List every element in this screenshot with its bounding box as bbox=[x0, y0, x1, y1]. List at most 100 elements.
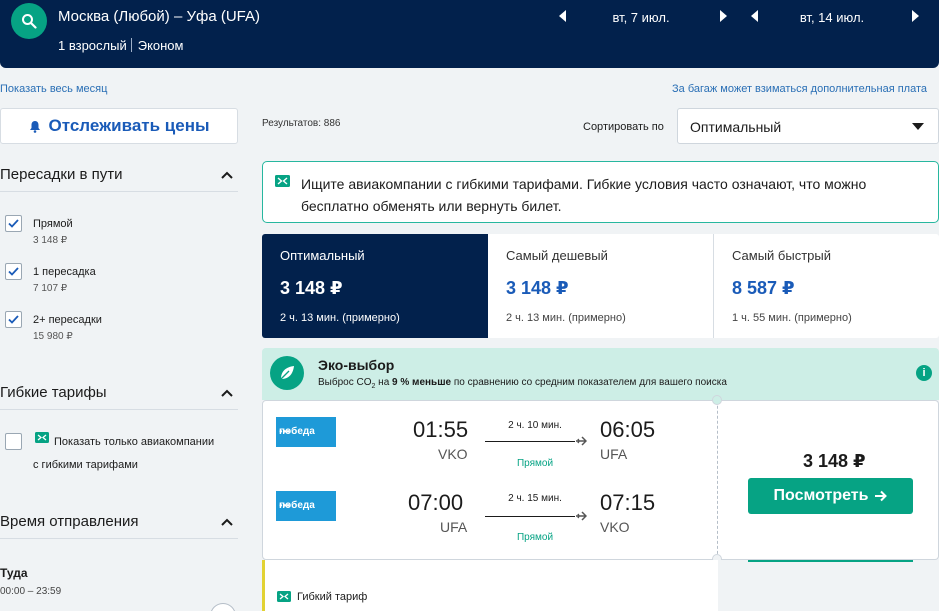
flex-fares-label-line1: Показать только авиакомпании bbox=[54, 436, 215, 448]
chevron-up-icon[interactable] bbox=[220, 516, 234, 530]
departure-range: 00:00 – 23:59 bbox=[0, 586, 62, 597]
bell-icon bbox=[29, 120, 40, 133]
eco-choice-banner: Эко-выбор Выброс CO2 на 9 % меньше по ср… bbox=[262, 348, 939, 400]
page: Москва (Любой) – Уфа (UFA) 1 взрослый Эко… bbox=[0, 0, 939, 611]
view-button[interactable]: Посмотреть bbox=[748, 478, 913, 514]
check-icon bbox=[8, 267, 19, 276]
flex-ticket-icon bbox=[35, 432, 49, 443]
route-subtitle[interactable]: 1 взрослый Эконом bbox=[58, 38, 183, 53]
eco-sub-bold: 9 % меньше bbox=[392, 377, 452, 388]
inbound-dep-time: 07:00 bbox=[408, 490, 464, 515]
stops-filter-header[interactable]: Пересадки в пути bbox=[0, 166, 238, 192]
tab-fastest[interactable]: Самый быстрый 8 587 ₽ 1 ч. 55 мин. (прим… bbox=[714, 234, 939, 338]
departure-time-filter-header[interactable]: Время отправления bbox=[0, 513, 238, 539]
slider-handle[interactable] bbox=[210, 603, 236, 611]
flex-ticket-icon bbox=[277, 591, 291, 602]
date-back[interactable]: вт, 14 июл. bbox=[786, 10, 878, 25]
chevron-up-icon[interactable] bbox=[220, 387, 234, 401]
search-button[interactable] bbox=[11, 3, 47, 39]
tab-optimal-name: Оптимальный bbox=[280, 248, 365, 263]
inbound-route-line bbox=[485, 516, 575, 517]
prev-date-out-icon[interactable] bbox=[559, 10, 566, 22]
eco-title: Эко-выбор bbox=[318, 357, 395, 373]
next-view-button-edge[interactable] bbox=[748, 560, 913, 562]
baggage-fee-link[interactable]: За багаж может взиматься дополнительная … bbox=[672, 83, 927, 95]
results-count: Результатов: 886 bbox=[262, 118, 341, 129]
ticket-card[interactable]: победа ●●● 01:55 VKO 2 ч. 10 мин. Прямой … bbox=[262, 395, 939, 564]
stops-label-direct: Прямой bbox=[33, 218, 73, 230]
flex-fares-label-line2: с гибкими тарифами bbox=[33, 459, 138, 471]
stops-checkbox-one[interactable] bbox=[5, 263, 22, 280]
departure-there-label: Туда bbox=[0, 566, 28, 580]
tab-fastest-time: 1 ч. 55 мин. (примерно) bbox=[732, 312, 852, 324]
ticket-notch-top bbox=[712, 395, 722, 405]
info-icon[interactable]: i bbox=[916, 365, 932, 381]
outbound-dep-time: 01:55 bbox=[413, 417, 469, 442]
tab-cheapest-price: 3 148 ₽ bbox=[506, 278, 569, 298]
inbound-duration: 2 ч. 15 мин. bbox=[508, 493, 562, 504]
tab-fastest-price: 8 587 ₽ bbox=[732, 278, 795, 298]
search-icon bbox=[22, 14, 37, 29]
passengers-count: 1 взрослый bbox=[58, 38, 127, 53]
route-title[interactable]: Москва (Любой) – Уфа (UFA) bbox=[58, 8, 260, 25]
next-ticket-price-panel bbox=[718, 560, 939, 611]
inbound-arr-time: 07:15 bbox=[600, 490, 656, 515]
arrow-right-icon bbox=[875, 490, 888, 502]
tab-optimal[interactable]: Оптимальный 3 148 ₽ 2 ч. 13 мин. (пример… bbox=[262, 234, 488, 338]
caret-down-icon bbox=[912, 123, 924, 130]
show-whole-month-link[interactable]: Показать весь месяц bbox=[0, 83, 107, 95]
flex-fares-notice: Ищите авиакомпании с гибкими тарифами. Г… bbox=[262, 161, 939, 223]
sort-value: Оптимальный bbox=[690, 119, 782, 135]
tab-fastest-name: Самый быстрый bbox=[732, 248, 831, 263]
plane-icon bbox=[576, 436, 587, 446]
date-out[interactable]: вт, 7 июл. bbox=[595, 10, 687, 25]
tab-cheapest[interactable]: Самый дешевый 3 148 ₽ 2 ч. 13 мин. (прим… bbox=[488, 234, 714, 338]
inbound-stops: Прямой bbox=[516, 532, 554, 543]
sort-select[interactable]: Оптимальный bbox=[677, 108, 939, 144]
track-prices-button[interactable]: Отслеживать цены bbox=[0, 108, 238, 144]
eco-badge bbox=[270, 356, 304, 390]
tab-cheapest-name: Самый дешевый bbox=[506, 248, 608, 263]
plane-icon bbox=[576, 511, 587, 521]
outbound-route-line bbox=[485, 441, 575, 442]
chevron-up-icon[interactable] bbox=[220, 169, 234, 183]
eco-sub-b: на bbox=[375, 377, 393, 388]
inbound-dep-code: UFA bbox=[440, 519, 468, 535]
stops-price-two-plus: 15 980 ₽ bbox=[33, 331, 73, 342]
flex-fares-filter-header[interactable]: Гибкие тарифы bbox=[0, 384, 238, 410]
check-icon bbox=[8, 315, 19, 324]
eco-sub-c: по сравнению со средним показателем для … bbox=[451, 377, 727, 388]
stops-label-one: 1 пересадка bbox=[33, 266, 96, 278]
flex-fare-label: Гибкий тариф bbox=[297, 591, 368, 603]
search-header: Москва (Любой) – Уфа (UFA) 1 взрослый Эко… bbox=[0, 0, 939, 68]
logo-dots: ●●● bbox=[279, 503, 290, 509]
divider bbox=[130, 38, 132, 52]
outbound-arr-code: UFA bbox=[600, 446, 628, 462]
view-button-label: Посмотреть bbox=[773, 487, 869, 504]
airline-logo-inbound: победа ●●● bbox=[276, 491, 336, 521]
next-date-out-icon[interactable] bbox=[720, 10, 727, 22]
ticket-price-panel: 3 148 ₽ Посмотреть bbox=[717, 400, 939, 560]
outbound-duration: 2 ч. 10 мин. bbox=[508, 420, 562, 431]
stops-filter-title: Пересадки в пути bbox=[0, 166, 123, 183]
tab-cheapest-time: 2 ч. 13 мин. (примерно) bbox=[506, 312, 626, 324]
outbound-dep-code: VKO bbox=[438, 446, 468, 462]
flex-ticket-icon bbox=[275, 175, 290, 187]
prev-date-back-icon[interactable] bbox=[751, 10, 758, 22]
cabin-class: Эконом bbox=[137, 38, 184, 53]
flex-fares-notice-text: Ищите авиакомпании с гибкими тарифами. Г… bbox=[301, 176, 867, 214]
sort-label: Сортировать по bbox=[583, 121, 664, 133]
track-prices-label: Отслеживать цены bbox=[48, 116, 210, 135]
airline-logo-outbound: победа ●●● bbox=[276, 417, 336, 447]
stops-price-one: 7 107 ₽ bbox=[33, 283, 68, 294]
eco-sub-a: Выброс CO bbox=[318, 377, 372, 388]
stops-checkbox-two-plus[interactable] bbox=[5, 311, 22, 328]
stops-checkbox-direct[interactable] bbox=[5, 215, 22, 232]
leaf-icon bbox=[280, 366, 294, 380]
ticket-price: 3 148 ₽ bbox=[803, 451, 866, 471]
next-ticket-preview[interactable]: Гибкий тариф bbox=[262, 560, 718, 611]
flex-fares-checkbox[interactable] bbox=[5, 433, 22, 450]
next-date-back-icon[interactable] bbox=[912, 10, 919, 22]
check-icon bbox=[8, 219, 19, 228]
ticket-flights[interactable]: победа ●●● 01:55 VKO 2 ч. 10 мин. Прямой … bbox=[262, 400, 718, 560]
